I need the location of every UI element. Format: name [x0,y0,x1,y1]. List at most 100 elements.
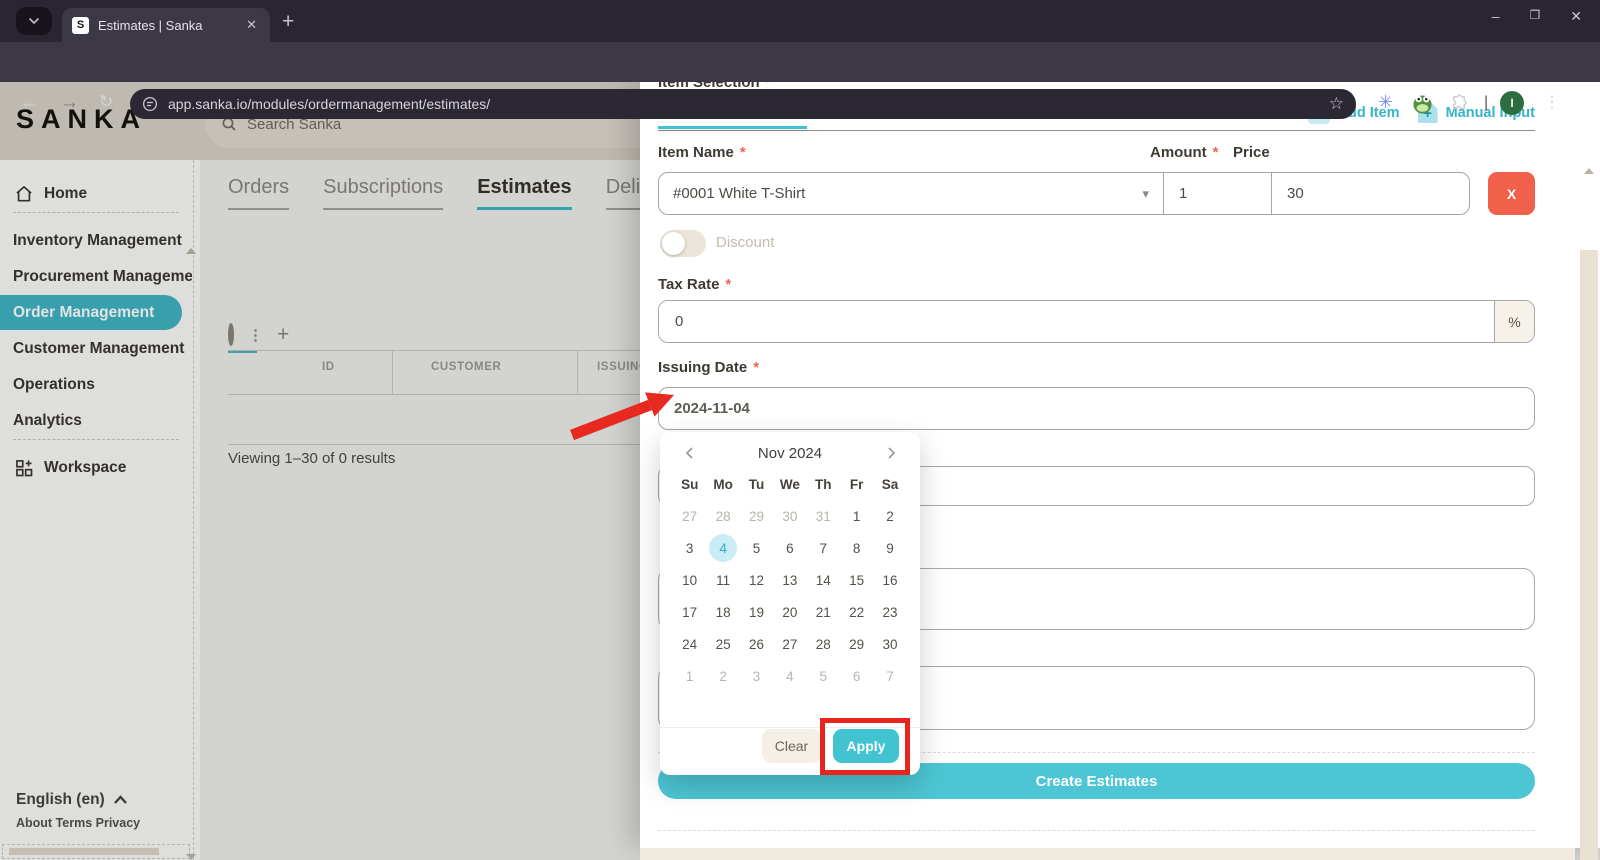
calendar-day[interactable]: 27 [673,500,706,532]
browser-tab[interactable]: S Estimates | Sanka ✕ [62,8,270,42]
weekday-label: Su [681,476,699,492]
calendar-day[interactable]: 18 [706,596,739,628]
item-name-select[interactable]: #0001 White T-Shirt ▾ [659,173,1163,214]
discount-toggle[interactable] [660,230,706,257]
calendar-day-number: 1 [685,668,694,684]
percent-addon: % [1494,301,1534,342]
calendar-day[interactable]: 13 [773,564,806,596]
bookmark-star-icon[interactable]: ☆ [1329,94,1344,114]
calendar-day-number: 12 [748,572,764,588]
calendar-day-number: 2 [886,508,894,524]
calendar-day[interactable]: 16 [873,564,906,596]
profile-avatar[interactable]: I [1500,91,1524,115]
calendar-day[interactable]: 4 [706,532,739,564]
calendar-day[interactable]: 5 [740,532,773,564]
weekday-label: Fr [849,476,864,492]
horizontal-scrollbar[interactable] [640,848,1575,860]
calendar-day-number: 14 [815,572,831,588]
url-text[interactable]: app.sanka.io/modules/ordermanagement/est… [168,96,1329,112]
clear-button[interactable]: Clear [762,729,821,763]
weekday-label: We [779,476,800,492]
calendar-day-number: 1 [852,508,861,524]
calendar-day[interactable]: 20 [773,596,806,628]
calendar-day[interactable]: 27 [773,628,806,660]
calendar-day[interactable]: 25 [706,628,739,660]
calendar-day[interactable]: 2 [706,660,739,692]
calendar-day[interactable]: 24 [673,628,706,660]
calendar-day-number: 19 [748,604,764,620]
calendar-day[interactable]: 3 [740,660,773,692]
extensions-puzzle-icon[interactable] [1450,94,1469,113]
calendar-day[interactable]: 8 [840,532,873,564]
calendar-grid: Su Mo Tu We Th Fr Sa 27 28 29 30 31 1 2 3 4 5 6 7 8 9 10 11 12 1… [673,468,907,692]
calendar-day[interactable]: 12 [740,564,773,596]
calendar-day[interactable]: 29 [840,628,873,660]
tab-close-icon[interactable]: ✕ [243,17,260,33]
issuing-date-input[interactable] [658,387,1535,430]
reload-icon[interactable]: ↻ [99,92,113,112]
url-bar[interactable]: app.sanka.io/modules/ordermanagement/est… [130,89,1356,119]
month-label[interactable]: Nov 2024 [758,445,822,462]
amount-cell [1163,173,1271,214]
close-icon[interactable]: ✕ [1570,8,1582,25]
calendar-day[interactable]: 22 [840,596,873,628]
calendar-day[interactable]: 23 [873,596,906,628]
calendar-day[interactable]: 7 [807,532,840,564]
calendar-day-number: 22 [849,604,865,620]
calendar-day-number: 26 [748,636,764,652]
calendar-day[interactable]: 17 [673,596,706,628]
calendar-day[interactable]: 2 [873,500,906,532]
calendar-day[interactable]: 1 [673,660,706,692]
tab-search-button[interactable] [16,7,52,35]
calendar-day[interactable]: 26 [740,628,773,660]
calendar-day[interactable]: 15 [840,564,873,596]
calendar-day[interactable]: 3 [673,532,706,564]
calendar-day-number: 9 [886,540,894,556]
toggle-knob [662,232,685,255]
calendar-day[interactable]: 4 [773,660,806,692]
tax-rate-input[interactable] [659,301,1494,342]
item-row: #0001 White T-Shirt ▾ [658,172,1470,215]
amount-input[interactable] [1164,173,1271,214]
calendar-day[interactable]: 21 [807,596,840,628]
calendar-day-number: 27 [782,636,798,652]
calendar-day[interactable]: 10 [673,564,706,596]
site-settings-icon [142,96,158,112]
forward-icon[interactable]: → [60,92,79,114]
calendar-day-number: 30 [782,508,798,524]
calendar-day[interactable]: 30 [773,500,806,532]
price-input[interactable] [1272,173,1469,214]
new-tab-icon[interactable]: + [282,10,294,34]
browser-menu-kebab-icon[interactable]: ⋮ [1544,92,1560,112]
price-label: Price [1233,144,1270,161]
calendar-day[interactable]: 9 [873,532,906,564]
calendar-day[interactable]: 29 [740,500,773,532]
calendar-day-number: 8 [852,540,861,556]
calendar-day-number: 4 [709,534,738,562]
calendar-day[interactable]: 28 [706,500,739,532]
remove-item-button[interactable]: X [1488,172,1535,215]
calendar-day[interactable]: 6 [773,532,806,564]
calendar-day[interactable]: 19 [740,596,773,628]
calendar-day[interactable]: 28 [807,628,840,660]
calendar-day[interactable]: 7 [873,660,906,692]
calendar-day[interactable]: 11 [706,564,739,596]
minimize-icon[interactable]: – [1492,8,1500,25]
next-month-icon[interactable] [880,442,902,464]
calendar-day[interactable]: 6 [840,660,873,692]
calendar-day[interactable]: 31 [807,500,840,532]
calendar-day-number: 23 [882,604,898,620]
extension-frog-icon[interactable] [1412,93,1433,114]
calendar-day[interactable]: 30 [873,628,906,660]
weekday-label: Mo [713,476,733,492]
calendar-day[interactable]: 1 [840,500,873,532]
back-icon[interactable]: ← [20,92,39,114]
calendar-day[interactable]: 5 [807,660,840,692]
extension-starburst-icon[interactable]: ✳ [1378,92,1393,113]
calendar-day[interactable]: 14 [807,564,840,596]
scroll-up-arrow-icon[interactable] [1584,168,1594,174]
calendar-header: Nov 2024 [660,442,920,464]
restore-icon[interactable]: ❐ [1530,8,1541,25]
calendar-day-number: 6 [786,540,794,556]
vertical-scrollbar[interactable] [1580,250,1598,860]
